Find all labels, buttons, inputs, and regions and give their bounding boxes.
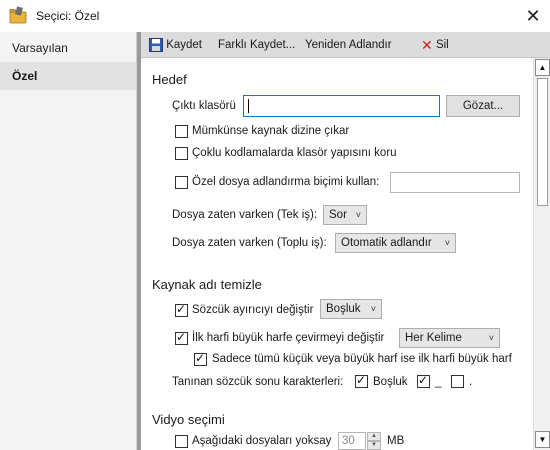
ignore-below-spinner[interactable]: ▲ ▼ bbox=[367, 432, 381, 450]
chevron-down-icon: ˅ bbox=[488, 333, 494, 343]
file-exists-batch-value: Otomatik adlandır bbox=[341, 237, 432, 249]
file-exists-batch-label: Dosya zaten varken (Toplu iş): bbox=[172, 237, 327, 249]
word-separator-label: Sözcük ayırıcıyı değiştir bbox=[192, 304, 314, 316]
output-folder-label: Çıktı klasörü bbox=[172, 100, 236, 112]
capitalize-value: Her Kelime bbox=[405, 332, 462, 344]
sidebar-item-varsayilan[interactable]: Varsayılan bbox=[0, 34, 136, 62]
browse-button[interactable]: Gözat... bbox=[446, 95, 520, 117]
word-end-dot-label: . bbox=[469, 376, 473, 388]
custom-naming-label: Özel dosya adlandırma biçimi kullan: bbox=[192, 176, 380, 188]
close-icon[interactable]: ✕ bbox=[520, 4, 546, 28]
chevron-down-icon: ˅ bbox=[370, 304, 376, 314]
word-end-space-checkbox[interactable] bbox=[355, 373, 368, 388]
word-separator-checkbox[interactable] bbox=[175, 302, 188, 317]
save-as-button[interactable]: Farklı Kaydet... bbox=[218, 36, 295, 54]
only-uniform-case-label: Sadece tümü küçük veya büyük harf ise il… bbox=[212, 353, 512, 365]
ignore-below-label: Aşağıdaki dosyaları yoksay bbox=[192, 435, 332, 447]
file-exists-single-value: Sor bbox=[329, 209, 347, 221]
section-title-source-clean: Kaynak adı temizle bbox=[152, 277, 262, 292]
scroll-up-icon[interactable]: ▲ bbox=[535, 59, 550, 76]
word-separator-select[interactable]: Boşluk ˅ bbox=[320, 299, 382, 319]
word-end-space-label: Boşluk bbox=[373, 376, 408, 388]
spin-up-icon[interactable]: ▲ bbox=[367, 432, 381, 441]
ignore-below-unit: MB bbox=[387, 435, 405, 447]
delete-button[interactable]: ✕ Sil bbox=[421, 36, 449, 54]
chevron-down-icon: ˅ bbox=[355, 210, 361, 220]
file-exists-single-label: Dosya zaten varken (Tek iş): bbox=[172, 209, 318, 221]
section-title-hedef: Hedef bbox=[152, 72, 187, 87]
extract-source-dir-checkbox[interactable] bbox=[175, 125, 188, 138]
scrollbar-thumb[interactable] bbox=[537, 78, 548, 206]
word-end-underscore-label: _ bbox=[435, 376, 442, 388]
floppy-icon bbox=[149, 37, 163, 52]
word-separator-value: Boşluk bbox=[326, 303, 361, 315]
chevron-down-icon: ˅ bbox=[444, 238, 450, 248]
scroll-down-icon[interactable]: ▼ bbox=[535, 431, 550, 448]
capitalize-select[interactable]: Her Kelime ˅ bbox=[399, 328, 500, 348]
word-end-underscore-checkbox[interactable] bbox=[417, 373, 430, 388]
text-caret bbox=[248, 99, 249, 113]
toolbar: Kaydet Farklı Kaydet... Yeniden Adlandır… bbox=[141, 32, 550, 58]
keep-folder-structure-checkbox[interactable] bbox=[175, 147, 188, 160]
custom-naming-input[interactable] bbox=[390, 172, 520, 193]
ignore-below-checkbox[interactable] bbox=[175, 435, 188, 448]
app-folder-icon bbox=[9, 6, 27, 24]
capitalize-checkbox[interactable] bbox=[175, 330, 188, 345]
delete-x-icon: ✕ bbox=[421, 36, 433, 53]
ignore-below-input[interactable]: 30 bbox=[338, 432, 366, 450]
word-end-label: Tanınan sözcük sonu karakterleri: bbox=[172, 376, 344, 388]
output-folder-input[interactable] bbox=[243, 95, 440, 117]
only-uniform-case-checkbox[interactable] bbox=[194, 351, 207, 366]
extract-source-dir-label: Mümkünse kaynak dizine çıkar bbox=[192, 125, 350, 137]
word-end-dot-checkbox[interactable] bbox=[451, 375, 464, 388]
title-bar: Seçici: Özel ✕ bbox=[0, 0, 550, 32]
save-button[interactable]: Kaydet bbox=[149, 36, 202, 54]
vertical-scrollbar[interactable]: ▲ ▼ bbox=[533, 58, 550, 450]
custom-naming-checkbox[interactable] bbox=[175, 176, 188, 189]
keep-folder-structure-label: Çoklu kodlamalarda klasör yapısını koru bbox=[192, 147, 397, 159]
rename-button[interactable]: Yeniden Adlandır bbox=[305, 36, 392, 54]
save-label: Kaydet bbox=[166, 39, 203, 51]
capitalize-label: İlk harfi büyük harfe çevirmeyi değiştir bbox=[192, 332, 385, 344]
section-title-video: Vidyo seçimi bbox=[152, 412, 225, 427]
file-exists-single-select[interactable]: Sor ˅ bbox=[323, 205, 367, 225]
spin-down-icon[interactable]: ▼ bbox=[367, 441, 381, 450]
file-exists-batch-select[interactable]: Otomatik adlandır ˅ bbox=[335, 233, 456, 253]
delete-label: Sil bbox=[435, 39, 449, 51]
settings-panel: Hedef Çıktı klasörü Gözat... Mümkünse ka… bbox=[141, 58, 533, 450]
window-title: Seçici: Özel bbox=[36, 9, 100, 23]
sidebar-item-ozel[interactable]: Özel bbox=[0, 62, 136, 90]
sidebar: Varsayılan Özel bbox=[0, 32, 137, 450]
